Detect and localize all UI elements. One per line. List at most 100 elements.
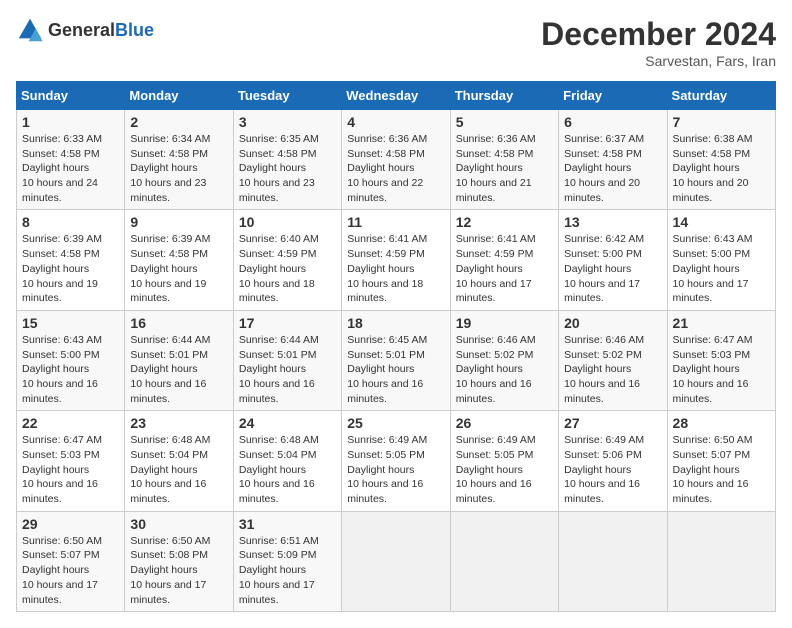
day-info: Sunrise: 6:38 AMSunset: 4:58 PMDaylight … [673,132,770,205]
calendar-cell: 9Sunrise: 6:39 AMSunset: 4:58 PMDaylight… [125,210,233,310]
calendar-cell: 27 Sunrise: 6:49 AMSunset: 5:06 PMDayligh… [559,411,667,511]
calendar-cell: 12 Sunrise: 6:41 AMSunset: 4:59 PMDayligh… [450,210,558,310]
calendar-cell: 25 Sunrise: 6:49 AMSunset: 5:05 PMDayligh… [342,411,450,511]
day-number: 1 [22,114,119,130]
logo-blue: Blue [115,20,154,40]
calendar-cell: 6 Sunrise: 6:37 AMSunset: 4:58 PMDaylight… [559,110,667,210]
calendar-cell: 3 Sunrise: 6:35 AMSunset: 4:58 PMDaylight… [233,110,341,210]
calendar-cell: 13 Sunrise: 6:42 AMSunset: 5:00 PMDayligh… [559,210,667,310]
calendar-cell: 1Sunrise: 6:33 AMSunset: 4:58 PMDaylight… [17,110,125,210]
calendar-cell: 28Sunrise: 6:50 AMSunset: 5:07 PMDayligh… [667,411,775,511]
day-info: Sunrise: 6:43 AMSunset: 5:00 PMDaylight … [673,232,770,305]
weekday-header-saturday: Saturday [667,82,775,110]
day-info: Sunrise: 6:50 AMSunset: 5:08 PMDaylight … [130,534,227,607]
day-number: 15 [22,315,119,331]
day-number: 10 [239,214,336,230]
day-info: Sunrise: 6:35 AMSunset: 4:58 PMDaylight … [239,132,336,205]
day-number: 5 [456,114,553,130]
day-number: 4 [347,114,444,130]
week-row-2: 8 Sunrise: 6:39 AMSunset: 4:58 PMDaylight… [17,210,776,310]
day-number: 18 [347,315,444,331]
week-row-4: 22 Sunrise: 6:47 AMSunset: 5:03 PMDayligh… [17,411,776,511]
weekday-header-thursday: Thursday [450,82,558,110]
day-info: Sunrise: 6:50 AMSunset: 5:07 PMDaylight … [22,534,119,607]
day-number: 11 [347,214,444,230]
day-info: Sunrise: 6:48 AMSunset: 5:04 PMDaylight … [130,433,227,506]
day-info: Sunrise: 6:36 AMSunset: 4:58 PMDaylight … [456,132,553,205]
day-info: Sunrise: 6:41 AMSunset: 4:59 PMDaylight … [456,232,553,305]
week-row-1: 1Sunrise: 6:33 AMSunset: 4:58 PMDaylight… [17,110,776,210]
calendar-cell [667,511,775,611]
day-number: 21 [673,315,770,331]
calendar-cell: 31Sunrise: 6:51 AMSunset: 5:09 PMDayligh… [233,511,341,611]
calendar-cell: 22 Sunrise: 6:47 AMSunset: 5:03 PMDayligh… [17,411,125,511]
day-number: 27 [564,415,661,431]
day-number: 2 [130,114,227,130]
day-info: Sunrise: 6:46 AMSunset: 5:02 PMDaylight … [564,333,661,406]
title-block: December 2024 Sarvestan, Fars, Iran [541,16,776,69]
weekday-header-tuesday: Tuesday [233,82,341,110]
weekday-header-sunday: Sunday [17,82,125,110]
page-header: GeneralBlue December 2024 Sarvestan, Far… [16,16,776,69]
day-info: Sunrise: 6:47 AMSunset: 5:03 PMDaylight … [673,333,770,406]
day-info: Sunrise: 6:49 AMSunset: 5:06 PMDaylight … [564,433,661,506]
day-info: Sunrise: 6:43 AMSunset: 5:00 PMDaylight … [22,333,119,406]
day-number: 9 [130,214,227,230]
calendar-cell: 8 Sunrise: 6:39 AMSunset: 4:58 PMDaylight… [17,210,125,310]
calendar-cell: 29Sunrise: 6:50 AMSunset: 5:07 PMDayligh… [17,511,125,611]
day-number: 13 [564,214,661,230]
day-number: 19 [456,315,553,331]
day-number: 31 [239,516,336,532]
day-info: Sunrise: 6:47 AMSunset: 5:03 PMDaylight … [22,433,119,506]
logo-text: GeneralBlue [48,20,154,41]
calendar-cell: 5 Sunrise: 6:36 AMSunset: 4:58 PMDaylight… [450,110,558,210]
calendar-cell: 16 Sunrise: 6:44 AMSunset: 5:01 PMDayligh… [125,310,233,410]
day-number: 24 [239,415,336,431]
weekday-header-row: SundayMondayTuesdayWednesdayThursdayFrid… [17,82,776,110]
day-info: Sunrise: 6:50 AMSunset: 5:07 PMDaylight … [673,433,770,506]
week-row-3: 15 Sunrise: 6:43 AMSunset: 5:00 PMDayligh… [17,310,776,410]
calendar-cell: 14 Sunrise: 6:43 AMSunset: 5:00 PMDayligh… [667,210,775,310]
logo-general: General [48,20,115,40]
calendar-cell: 30 Sunrise: 6:50 AMSunset: 5:08 PMDayligh… [125,511,233,611]
day-info: Sunrise: 6:40 AMSunset: 4:59 PMDaylight … [239,232,336,305]
calendar-cell: 7 Sunrise: 6:38 AMSunset: 4:58 PMDaylight… [667,110,775,210]
weekday-header-wednesday: Wednesday [342,82,450,110]
day-info: Sunrise: 6:42 AMSunset: 5:00 PMDaylight … [564,232,661,305]
calendar-cell: 10 Sunrise: 6:40 AMSunset: 4:59 PMDayligh… [233,210,341,310]
calendar-cell: 20 Sunrise: 6:46 AMSunset: 5:02 PMDayligh… [559,310,667,410]
day-number: 30 [130,516,227,532]
calendar-cell: 2Sunrise: 6:34 AMSunset: 4:58 PMDaylight… [125,110,233,210]
day-number: 12 [456,214,553,230]
day-info: Sunrise: 6:37 AMSunset: 4:58 PMDaylight … [564,132,661,205]
day-number: 7 [673,114,770,130]
day-number: 22 [22,415,119,431]
logo: GeneralBlue [16,16,154,44]
calendar-cell: 19 Sunrise: 6:46 AMSunset: 5:02 PMDayligh… [450,310,558,410]
day-info: Sunrise: 6:39 AMSunset: 4:58 PMDaylight … [22,232,119,305]
day-info: Sunrise: 6:46 AMSunset: 5:02 PMDaylight … [456,333,553,406]
day-number: 25 [347,415,444,431]
day-number: 6 [564,114,661,130]
calendar-cell: 21 Sunrise: 6:47 AMSunset: 5:03 PMDayligh… [667,310,775,410]
day-number: 3 [239,114,336,130]
day-number: 17 [239,315,336,331]
logo-icon [16,16,44,44]
weekday-header-monday: Monday [125,82,233,110]
day-number: 16 [130,315,227,331]
day-info: Sunrise: 6:36 AMSunset: 4:58 PMDaylight … [347,132,444,205]
day-info: Sunrise: 6:49 AMSunset: 5:05 PMDaylight … [456,433,553,506]
week-row-5: 29Sunrise: 6:50 AMSunset: 5:07 PMDayligh… [17,511,776,611]
day-info: Sunrise: 6:48 AMSunset: 5:04 PMDaylight … [239,433,336,506]
calendar-cell: 23 Sunrise: 6:48 AMSunset: 5:04 PMDayligh… [125,411,233,511]
day-info: Sunrise: 6:45 AMSunset: 5:01 PMDaylight … [347,333,444,406]
calendar-cell: 26Sunrise: 6:49 AMSunset: 5:05 PMDayligh… [450,411,558,511]
day-number: 8 [22,214,119,230]
calendar-cell [559,511,667,611]
day-info: Sunrise: 6:49 AMSunset: 5:05 PMDaylight … [347,433,444,506]
day-number: 23 [130,415,227,431]
day-number: 14 [673,214,770,230]
day-info: Sunrise: 6:44 AMSunset: 5:01 PMDaylight … [130,333,227,406]
day-number: 20 [564,315,661,331]
calendar-cell: 15 Sunrise: 6:43 AMSunset: 5:00 PMDayligh… [17,310,125,410]
